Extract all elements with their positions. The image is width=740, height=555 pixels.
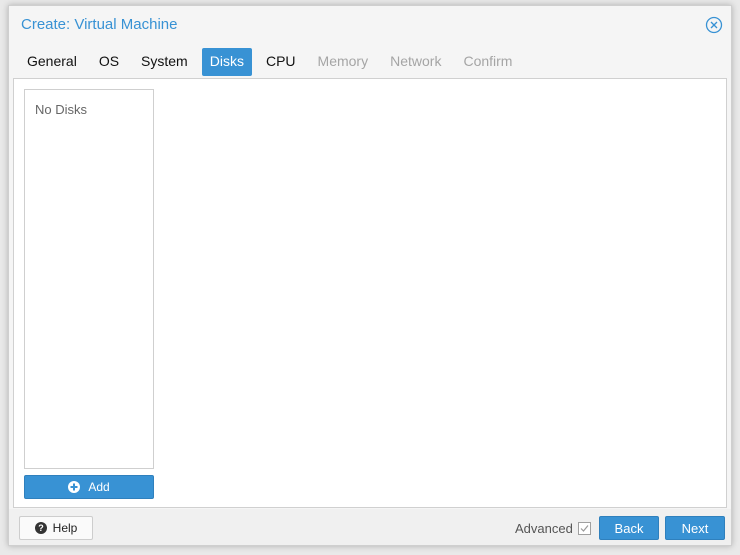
svg-text:?: ? [38,523,44,533]
disk-list[interactable]: No Disks [24,89,154,469]
help-button[interactable]: ? Help [19,516,93,540]
close-icon[interactable] [705,16,723,34]
dialog-titlebar: Create: Virtual Machine [9,6,731,44]
add-button-label: Add [88,480,110,494]
advanced-checkbox[interactable] [577,522,591,535]
advanced-label: Advanced [515,521,573,536]
tab-system[interactable]: System [133,48,196,76]
create-vm-dialog: Create: Virtual Machine General OS Syste… [8,5,732,546]
next-button[interactable]: Next [665,516,725,540]
wizard-tabs: General OS System Disks CPU Memory Netwo… [19,48,526,76]
tab-network: Network [390,53,442,69]
back-button[interactable]: Back [599,516,659,540]
help-button-label: Help [52,521,78,535]
checkmark-icon [580,525,589,532]
tab-disks[interactable]: Disks [201,48,252,76]
tab-cpu[interactable]: CPU [258,48,304,76]
plus-circle-icon [68,481,88,493]
question-circle-icon: ? [34,522,53,534]
advanced-toggle[interactable]: Advanced [515,521,591,536]
dialog-footer: ? Help Advanced Back Next [9,509,731,545]
tab-os[interactable]: OS [91,48,127,76]
dialog-title: Create: Virtual Machine [21,16,178,33]
tab-memory: Memory [317,53,369,69]
tab-confirm: Confirm [463,53,513,69]
disks-panel: No Disks Add [13,78,727,508]
tab-general[interactable]: General [19,48,85,76]
no-disks-text: No Disks [35,102,88,117]
add-disk-button[interactable]: Add [24,475,154,499]
